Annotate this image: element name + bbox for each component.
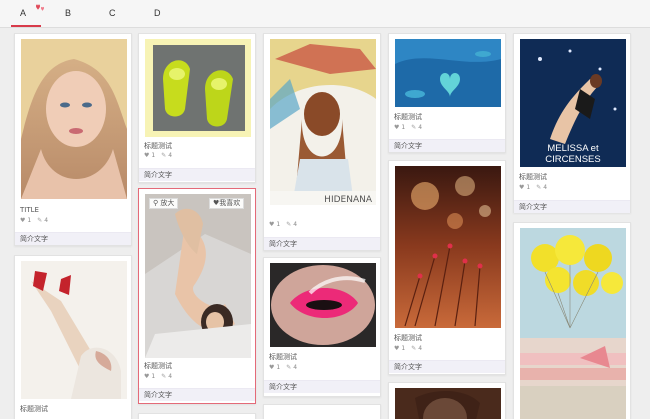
- photo-bokeh-flowers[interactable]: [395, 166, 501, 328]
- poster-title-line1: MELISSA et: [547, 143, 599, 154]
- hearts-icon: [36, 4, 44, 11]
- card-desc: 简介文字: [264, 380, 380, 393]
- heart-icon[interactable]: ♥: [394, 124, 399, 131]
- card-stats: ♥ 1 ✎ 4: [519, 184, 547, 191]
- poster-title-line2: CIRCENSES: [545, 154, 600, 165]
- card-stats: ♥ 1 ✎ 4: [20, 217, 48, 224]
- card-title: 标题测试: [144, 362, 172, 370]
- like-count: 1: [401, 345, 406, 352]
- tab-b[interactable]: B: [65, 8, 71, 18]
- heart-icon[interactable]: ♥: [394, 345, 399, 352]
- heart-icon[interactable]: ♥: [144, 152, 149, 159]
- comment-count: 4: [293, 364, 298, 371]
- comment-count: 4: [293, 221, 298, 228]
- card-title: 标题测试: [394, 113, 422, 121]
- comment-count: 4: [168, 152, 173, 159]
- comment-icon[interactable]: ✎: [411, 345, 416, 352]
- tab-a[interactable]: A: [20, 8, 26, 18]
- photo-melissa-poster[interactable]: MELISSA et CIRCENSES: [520, 39, 626, 167]
- carousel-caption: HIDENANA: [324, 195, 373, 205]
- like-count: 1: [151, 373, 156, 380]
- heart-icon[interactable]: ♥: [269, 364, 274, 371]
- comment-count: 4: [543, 184, 548, 191]
- card-red-shoes[interactable]: 标题测试: [14, 255, 132, 419]
- card-title: 标题测试: [269, 353, 297, 361]
- card-blonde-portrait[interactable]: TITLE ♥ 1 ✎ 4 简介文字: [14, 33, 132, 246]
- photo-yellow-balloons[interactable]: [520, 228, 626, 419]
- card-green-shoes[interactable]: 标题测试 ♥ 1 ✎ 4 简介文字: [138, 33, 256, 183]
- card-stats: ♥ 1 ✎ 4: [394, 124, 422, 131]
- comment-icon[interactable]: ✎: [536, 184, 541, 191]
- card-bokeh-flowers[interactable]: 标题测试 ♥ 1 ✎ 4 简介文字: [388, 160, 506, 375]
- like-count: 1: [526, 184, 531, 191]
- comment-count: 4: [44, 217, 49, 224]
- card-desc: 简介文字: [15, 232, 131, 245]
- card-yellow-balloons[interactable]: [513, 222, 631, 419]
- photo-green-shoes[interactable]: [145, 39, 251, 137]
- card-title: 标题测试: [519, 173, 547, 181]
- zoom-label: 放大: [160, 199, 175, 207]
- comment-icon[interactable]: ✎: [286, 364, 291, 371]
- card-stats: ♥ 1 ✎ 4: [144, 373, 172, 380]
- comment-count: 4: [168, 373, 173, 380]
- card-title: TITLE: [20, 206, 39, 214]
- like-count: 1: [27, 217, 32, 224]
- like-count: 1: [276, 221, 281, 228]
- comment-icon[interactable]: ✎: [161, 152, 166, 159]
- heart-icon[interactable]: ♥: [269, 221, 274, 228]
- heart-icon[interactable]: ♥: [519, 184, 524, 191]
- card-stats: ♥ 1 ✎ 4: [394, 345, 422, 352]
- zoom-button[interactable]: ⚲ 放大: [149, 198, 179, 209]
- card-stats: ♥ 1 ✎ 4: [269, 221, 297, 228]
- card-title: 标题测试: [394, 334, 422, 342]
- card-stats: ♥ 1 ✎ 4: [269, 364, 297, 371]
- card-desc: 简介文字: [514, 200, 630, 213]
- card-carousel-girl[interactable]: HIDENANA ♥ 1 ✎ 4 简介文字: [263, 33, 381, 251]
- card-desc: 简介文字: [139, 168, 255, 181]
- card-desc: 简介文字: [139, 388, 255, 401]
- card-desc: 简介文字: [264, 237, 380, 250]
- photo-portrait-bottom[interactable]: [395, 388, 501, 419]
- card-desc: 简介文字: [389, 139, 505, 152]
- like-count: 1: [276, 364, 281, 371]
- like-label: 我喜欢: [219, 199, 241, 207]
- card-stats: ♥ 1 ✎ 4: [144, 152, 172, 159]
- like-button[interactable]: ♥我喜欢: [209, 198, 245, 209]
- top-tab-bar: A B C D: [0, 0, 650, 28]
- photo-woman-on-bed[interactable]: [145, 194, 251, 358]
- photo-carousel-girl[interactable]: HIDENANA: [270, 39, 376, 205]
- like-count: 1: [151, 152, 156, 159]
- card-woman-on-bed[interactable]: ⚲ 放大 ♥我喜欢 标题测试 ♥ 1 ✎ 4 简介文字: [138, 188, 256, 404]
- comment-icon[interactable]: ✎: [411, 124, 416, 131]
- photo-pink-lips[interactable]: [270, 263, 376, 347]
- card-title: 标题测试: [20, 405, 48, 413]
- tab-d[interactable]: D: [154, 8, 161, 18]
- tab-c[interactable]: C: [109, 8, 116, 18]
- card-portrait-bottom[interactable]: [388, 382, 506, 419]
- card-melissa-poster[interactable]: MELISSA et CIRCENSES 标题测试 ♥ 1 ✎ 4 简介文字: [513, 33, 631, 213]
- card-heart-reef[interactable]: 标题测试 ♥ 1 ✎ 4 简介文字: [388, 33, 506, 153]
- photo-blonde-portrait[interactable]: [21, 39, 127, 199]
- heart-icon[interactable]: ♥: [20, 217, 25, 224]
- comment-icon[interactable]: ✎: [161, 373, 166, 380]
- photo-red-shoes[interactable]: [21, 261, 127, 399]
- card-pink-lips[interactable]: 标题测试 ♥ 1 ✎ 4 简介文字: [263, 257, 381, 397]
- card-desc: 简介文字: [389, 360, 505, 373]
- comment-count: 4: [418, 345, 423, 352]
- comment-icon[interactable]: ✎: [286, 221, 291, 228]
- heart-icon[interactable]: ♥: [144, 373, 149, 380]
- card-partial-bottom-2[interactable]: [263, 404, 381, 419]
- comment-count: 4: [418, 124, 423, 131]
- active-tab-indicator: [11, 25, 41, 27]
- card-title: 标题测试: [144, 142, 172, 150]
- magnifier-icon: ⚲: [153, 199, 159, 207]
- photo-heart-reef[interactable]: [395, 39, 501, 107]
- like-count: 1: [401, 124, 406, 131]
- card-partial-bottom[interactable]: [138, 413, 256, 419]
- comment-icon[interactable]: ✎: [37, 217, 42, 224]
